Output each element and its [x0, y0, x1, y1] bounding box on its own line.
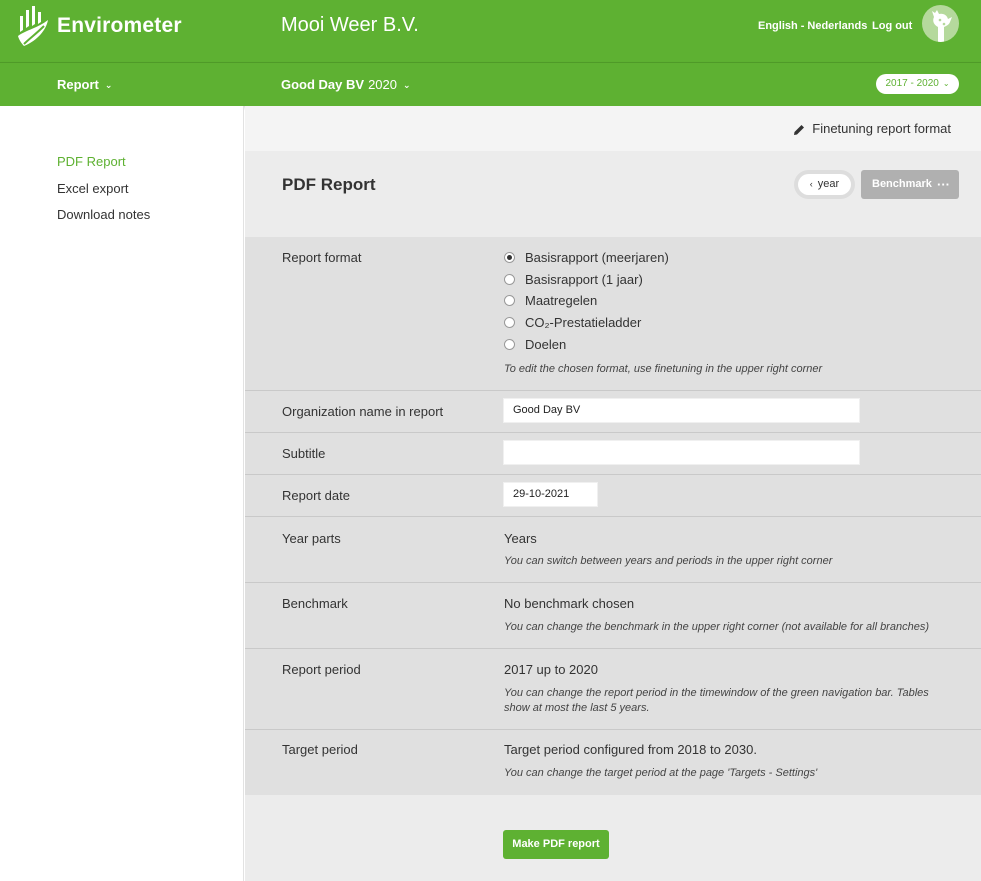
- lang-separator: -: [800, 20, 805, 32]
- period-selector[interactable]: 2017 - 2020 ⌄: [876, 74, 959, 94]
- chevron-down-icon: ⌄: [942, 79, 950, 88]
- chevron-down-icon: ⌄: [104, 80, 113, 91]
- report-date-input[interactable]: 29-10-2021: [503, 482, 598, 507]
- year-parts-hint: You can switch between years and periods…: [504, 555, 833, 567]
- year-toggle[interactable]: ‹ year: [794, 170, 855, 199]
- make-pdf-report-button[interactable]: Make PDF report: [503, 830, 609, 859]
- logout-link[interactable]: Log out: [872, 20, 912, 32]
- sidebar: PDF Report Excel export Download notes: [0, 106, 244, 881]
- finetune-bar: Finetuning report format: [245, 106, 981, 151]
- radio-option-basisrapport-meerjaren[interactable]: Basisrapport (meerjaren): [504, 250, 669, 265]
- page-title: PDF Report: [282, 175, 376, 194]
- target-period-value: Target period configured from 2018 to 20…: [504, 742, 757, 757]
- brand-name[interactable]: Envirometer: [57, 14, 182, 38]
- radio-option-label: CO₂-Prestatieladder: [525, 315, 642, 330]
- report-period-value: 2017 up to 2020: [504, 662, 598, 677]
- radio-option-maatregelen[interactable]: Maatregelen: [504, 293, 597, 308]
- envirometer-logo-icon[interactable]: [16, 6, 52, 48]
- form-row-subtitle: Subtitle: [245, 433, 981, 475]
- organization-year: 2020: [368, 77, 397, 92]
- form-row-report-format: Report format Basisrapport (meerjaren) B…: [245, 237, 981, 391]
- more-dots-icon: ···: [937, 177, 950, 192]
- radio-option-label: Basisrapport (meerjaren): [525, 250, 669, 265]
- benchmark-button-label: Benchmark: [872, 178, 932, 190]
- radio-button[interactable]: [504, 252, 515, 263]
- benchmark-value: No benchmark chosen: [504, 596, 635, 611]
- report-date-label: Report date: [282, 488, 350, 503]
- year-parts-label: Year parts: [282, 531, 341, 546]
- radio-option-label: Doelen: [525, 337, 567, 352]
- target-period-hint: You can change the target period at the …: [504, 767, 818, 779]
- radio-option-co2-prestatieladder[interactable]: CO₂-Prestatieladder: [504, 315, 641, 330]
- year-parts-value: Years: [504, 531, 537, 546]
- form-row-target-period: Target period Target period configured f…: [245, 730, 981, 795]
- report-menu-dropdown[interactable]: Report ⌄: [57, 77, 112, 92]
- form-row-benchmark: Benchmark No benchmark chosen You can ch…: [245, 583, 981, 649]
- lang-dutch-link[interactable]: Nederlands: [807, 20, 867, 32]
- sub-navigation: Report ⌄ Good Day BV 2020 ⌄ 2017 - 2020 ⌄: [0, 62, 981, 106]
- language-switcher: English - Nederlands: [758, 20, 867, 32]
- report-format-label: Report format: [282, 250, 362, 265]
- report-form: Report format Basisrapport (meerjaren) B…: [245, 237, 981, 795]
- lang-english-link[interactable]: English: [758, 20, 798, 32]
- radio-option-label: Basisrapport (1 jaar): [525, 272, 643, 287]
- sidebar-item-excel-export[interactable]: Excel export: [57, 181, 129, 196]
- company-name: Mooi Weer B.V.: [281, 14, 419, 36]
- organization-name-input[interactable]: Good Day BV: [503, 398, 860, 423]
- giraffe-avatar-icon[interactable]: [922, 5, 959, 42]
- organization-dropdown[interactable]: Good Day BV 2020 ⌄: [281, 77, 411, 92]
- chevron-down-icon: ⌄: [403, 80, 411, 91]
- radio-button[interactable]: [504, 274, 515, 285]
- main-content: Finetuning report format PDF Report ‹ yea…: [245, 106, 981, 881]
- radio-button[interactable]: [504, 339, 515, 350]
- report-menu-label: Report: [57, 77, 99, 92]
- form-row-year-parts: Year parts Years You can switch between …: [245, 517, 981, 583]
- form-row-report-period: Report period 2017 up to 2020 You can ch…: [245, 649, 981, 730]
- finetune-link[interactable]: Finetuning report format: [792, 121, 951, 137]
- organization-name: Good Day BV: [281, 77, 365, 92]
- benchmark-hint: You can change the benchmark in the uppe…: [504, 621, 929, 633]
- benchmark-label: Benchmark: [282, 596, 348, 611]
- radio-button[interactable]: [504, 317, 515, 328]
- radio-option-doelen[interactable]: Doelen: [504, 337, 566, 352]
- form-row-report-date: Report date 29-10-2021: [245, 475, 981, 517]
- sidebar-item-pdf-report[interactable]: PDF Report: [57, 154, 126, 169]
- organization-name-label: Organization name in report: [282, 404, 444, 419]
- top-header: Envirometer Mooi Weer B.V. English - Neder…: [0, 0, 981, 62]
- report-period-label: Report period: [282, 662, 361, 677]
- radio-option-label: Maatregelen: [525, 293, 598, 308]
- subtitle-input[interactable]: [503, 440, 860, 465]
- report-format-hint: To edit the chosen format, use finetunin…: [504, 363, 823, 375]
- target-period-label: Target period: [282, 742, 358, 757]
- radio-button[interactable]: [504, 295, 515, 306]
- sidebar-item-download-notes[interactable]: Download notes: [57, 207, 150, 222]
- report-period-hint: You can change the report period in the …: [504, 687, 929, 714]
- benchmark-button[interactable]: Benchmark ···: [861, 170, 959, 199]
- subtitle-label: Subtitle: [282, 446, 326, 461]
- finetune-label: Finetuning report format: [812, 121, 951, 136]
- form-row-organization-name: Organization name in report Good Day BV: [245, 391, 981, 433]
- chevron-left-icon: ‹: [809, 179, 813, 189]
- year-toggle-label: year: [817, 178, 840, 190]
- radio-option-basisrapport-1-jaar[interactable]: Basisrapport (1 jaar): [504, 272, 643, 287]
- pencil-icon: [794, 124, 805, 135]
- period-label: 2017 - 2020: [885, 78, 939, 89]
